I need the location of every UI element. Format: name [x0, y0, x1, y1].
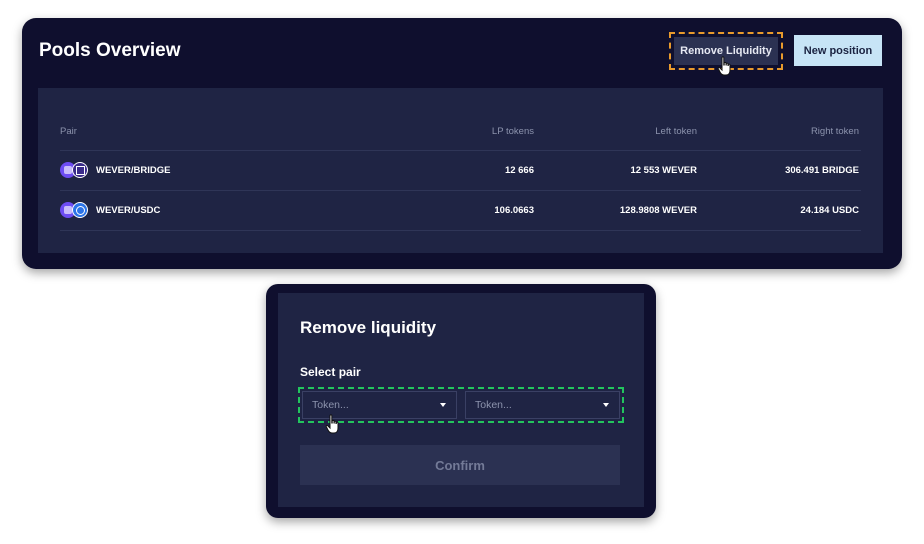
usdc-token-icon — [72, 202, 88, 218]
pair-icons — [60, 202, 90, 218]
lp-tokens-value: 106.0663 — [494, 205, 534, 216]
left-token-value: 128.9808 WEVER — [619, 205, 697, 216]
new-position-button[interactable]: New position — [794, 35, 882, 66]
column-header-pair[interactable]: Pair — [60, 126, 77, 137]
lp-tokens-value: 12 666 — [504, 165, 534, 176]
pair-icons — [60, 162, 90, 178]
hand-pointer-icon — [325, 414, 339, 434]
pair-name: WEVER/USDC — [96, 205, 161, 216]
right-token-value: 306.491 BRIDGE — [785, 165, 859, 176]
pools-table: Pair LP tokens Left token Right token WE… — [38, 88, 883, 253]
confirm-button[interactable]: Confirm — [300, 445, 620, 485]
row-divider — [60, 230, 861, 231]
right-token-value: 24.184 USDC — [800, 205, 859, 216]
column-header-left-token[interactable]: Left token — [597, 126, 697, 137]
pair-name: WEVER/BRIDGE — [96, 165, 171, 176]
bridge-token-icon — [72, 162, 88, 178]
pair-select-highlight: Token... Token... — [298, 387, 624, 423]
modal-title: Remove liquidity — [300, 318, 437, 337]
row-divider — [60, 150, 861, 151]
remove-liquidity-modal: Remove liquidity Select pair Token... To… — [266, 284, 656, 518]
left-token-value: 12 553 WEVER — [630, 165, 697, 176]
hand-pointer-icon — [717, 56, 731, 76]
caret-down-icon — [603, 403, 609, 407]
caret-down-icon — [440, 403, 446, 407]
select-pair-label: Select pair — [300, 365, 361, 379]
pools-overview-card: Pools Overview Remove Liquidity New posi… — [22, 18, 902, 269]
right-token-placeholder: Token... — [475, 399, 512, 411]
column-header-lp-tokens[interactable]: LP tokens — [434, 126, 534, 137]
row-divider — [60, 190, 861, 191]
page-title: Pools Overview — [39, 40, 181, 61]
column-header-right-token[interactable]: Right token — [759, 126, 859, 137]
left-token-placeholder: Token... — [312, 399, 349, 411]
right-token-select[interactable]: Token... — [465, 391, 620, 419]
modal-body: Remove liquidity Select pair Token... To… — [278, 293, 644, 507]
